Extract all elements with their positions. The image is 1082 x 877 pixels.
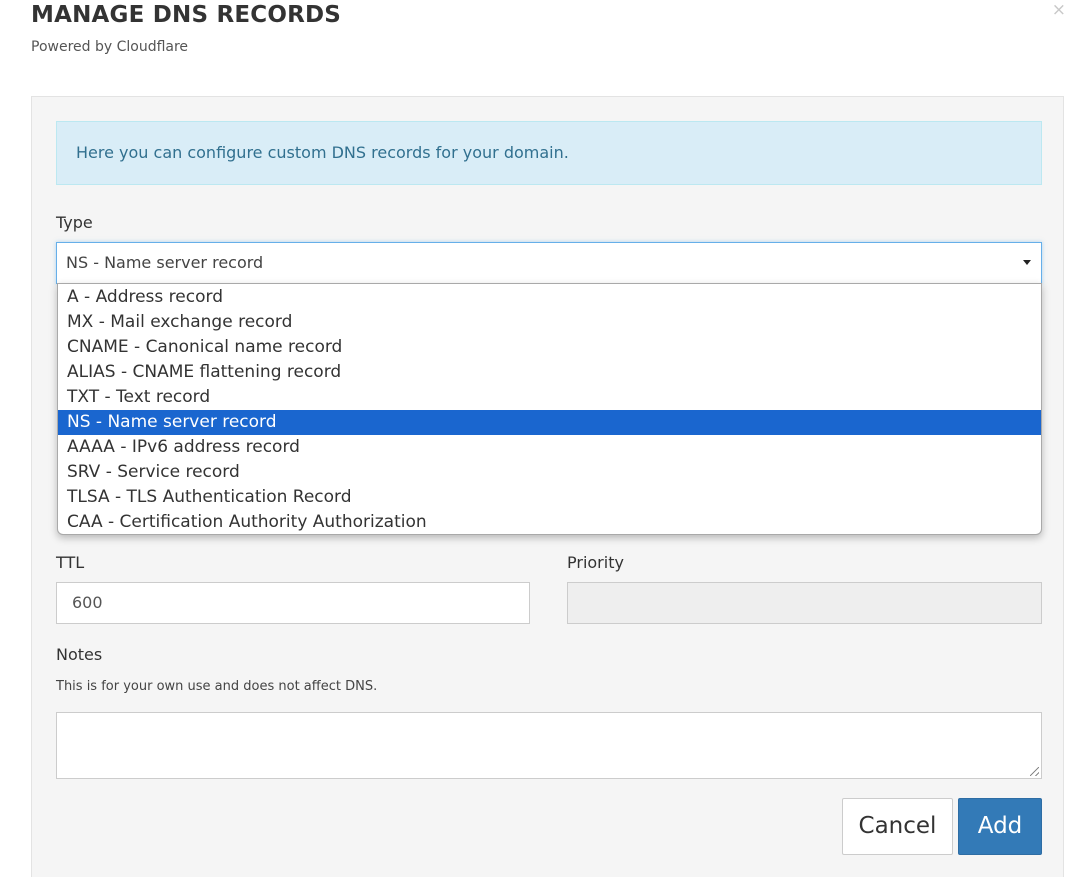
ttl-input[interactable]: 600 — [56, 582, 530, 624]
type-option-srv[interactable]: SRV - Service record — [58, 460, 1041, 485]
cancel-button[interactable]: Cancel — [842, 798, 953, 855]
resize-handle-icon[interactable] — [1030, 767, 1039, 776]
manage-dns-dialog: MANAGE DNS RECORDS Powered by Cloudflare… — [0, 0, 1082, 877]
ttl-label: TTL — [56, 553, 85, 572]
type-option-tlsa[interactable]: TLSA - TLS Authentication Record — [58, 485, 1041, 510]
priority-input[interactable] — [567, 582, 1042, 624]
dialog-title: MANAGE DNS RECORDS — [31, 2, 342, 28]
close-icon[interactable]: × — [1052, 0, 1066, 20]
type-option-ns[interactable]: NS - Name server record — [58, 410, 1041, 435]
chevron-down-icon — [1023, 260, 1031, 265]
type-dropdown-list[interactable]: A - Address record MX - Mail exchange re… — [57, 283, 1042, 535]
add-button[interactable]: Add — [958, 798, 1042, 855]
notes-label: Notes — [56, 645, 103, 664]
type-option-alias[interactable]: ALIAS - CNAME flattening record — [58, 360, 1041, 385]
type-option-a[interactable]: A - Address record — [58, 285, 1041, 310]
type-select-value: NS - Name server record — [66, 253, 264, 272]
notes-hint: This is for your own use and does not af… — [56, 679, 378, 694]
info-alert: Here you can configure custom DNS record… — [56, 121, 1042, 185]
type-option-caa[interactable]: CAA - Certification Authority Authorizat… — [58, 510, 1041, 534]
type-option-cname[interactable]: CNAME - Canonical name record — [58, 335, 1041, 360]
type-label: Type — [56, 213, 93, 232]
type-option-aaaa[interactable]: AAAA - IPv6 address record — [58, 435, 1041, 460]
type-option-txt[interactable]: TXT - Text record — [58, 385, 1041, 410]
notes-textarea[interactable] — [56, 712, 1042, 779]
dialog-subtitle: Powered by Cloudflare — [31, 39, 189, 55]
type-option-mx[interactable]: MX - Mail exchange record — [58, 310, 1041, 335]
type-select[interactable]: NS - Name server record — [56, 242, 1042, 284]
priority-label: Priority — [567, 553, 624, 572]
